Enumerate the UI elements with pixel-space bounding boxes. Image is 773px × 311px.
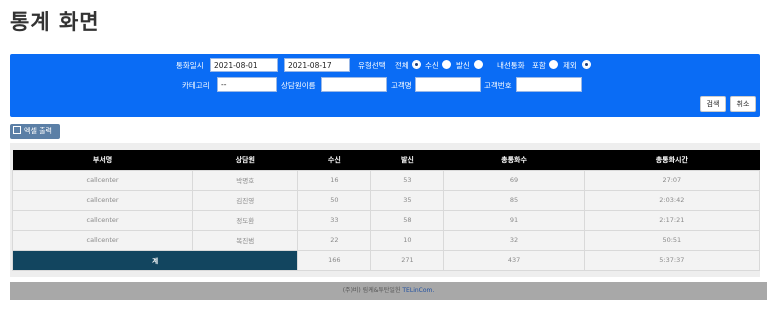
cell-outbound: 53	[370, 169, 445, 191]
cell-agent: 김진영	[192, 189, 299, 211]
cell-department: callcenter	[11, 189, 194, 211]
table-total-row: 계 166 271 437 5:37:37	[11, 249, 761, 271]
col-header-total-calls: 총통화수	[443, 150, 585, 170]
col-header-outbound: 발신	[370, 150, 444, 170]
cell-inbound: 50	[297, 189, 372, 211]
footer-brand: TELinCom.	[402, 287, 435, 294]
internal-exclude-radio[interactable]	[582, 60, 591, 69]
cell-inbound: 16	[297, 169, 372, 191]
cell-agent: 박명호	[192, 169, 299, 191]
type-option-out-label: 발신	[456, 61, 470, 70]
cell-agent: 정도환	[192, 209, 299, 231]
page-title: 통계 화면	[10, 10, 100, 34]
customer-name-input[interactable]	[415, 77, 481, 92]
internal-exclude-label: 제외	[563, 61, 577, 70]
export-icon	[13, 126, 21, 134]
footer-text: (주)비) 림케&투탄일헌	[342, 287, 403, 294]
cell-inbound: 22	[297, 229, 372, 251]
date-label: 통화일시	[176, 61, 204, 70]
col-header-agent: 상담원	[192, 150, 298, 170]
cell-department: callcenter	[11, 229, 194, 251]
cell-outbound: 35	[370, 189, 445, 211]
total-time: 5:37:37	[583, 249, 761, 271]
customer-name-label: 고객명	[391, 81, 412, 90]
category-select[interactable]	[217, 77, 277, 92]
excel-export-button[interactable]: 엑셀 출력	[10, 124, 60, 139]
cell-total-time: 2:17:21	[583, 209, 761, 231]
type-all-radio[interactable]	[412, 60, 421, 69]
cell-total-time: 27:07	[583, 169, 761, 191]
search-panel: 통화일시 유형선택 전체 수신 발신 내선통화 포함 제외 카테고리 상담원이름…	[10, 54, 760, 117]
table-row: callcenter 정도환 33 58 91 2:17:21	[11, 209, 761, 231]
cell-inbound: 33	[297, 209, 372, 231]
footer: (주)비) 림케&투탄일헌 TELinCom.	[10, 282, 767, 300]
date-from-input[interactable]	[210, 58, 278, 72]
table-row: callcenter 박명호 16 53 69 27:07	[11, 169, 761, 191]
type-option-in-label: 수신	[425, 61, 439, 70]
type-in-radio[interactable]	[442, 60, 451, 69]
internal-include-radio[interactable]	[549, 60, 558, 69]
cell-department: callcenter	[11, 209, 194, 231]
cell-total-calls: 91	[443, 209, 585, 231]
table-row: callcenter 복진범 22 10 32 50:51	[11, 229, 761, 251]
cell-total-calls: 32	[443, 229, 585, 251]
search-button[interactable]: 검색	[700, 96, 726, 112]
cancel-button[interactable]: 취소	[730, 96, 756, 112]
table-row: callcenter 김진영 50 35 85 2:03:42	[11, 189, 761, 211]
agent-name-label: 상담원이름	[281, 81, 316, 90]
stats-table: 부서명 상담원 수신 발신 총통화수 총통화시간 callcenter 박명호 …	[11, 150, 761, 271]
cell-department: callcenter	[11, 169, 194, 191]
col-header-total-time: 총통화시간	[584, 150, 760, 170]
internal-include-label: 포함	[532, 61, 546, 70]
col-header-department: 부서명	[12, 150, 193, 170]
customer-number-input[interactable]	[516, 77, 582, 92]
date-to-input[interactable]	[284, 58, 350, 72]
agent-name-input[interactable]	[321, 77, 387, 92]
total-calls: 437	[443, 249, 585, 271]
cell-total-time: 2:03:42	[583, 189, 761, 211]
cell-total-calls: 85	[443, 189, 585, 211]
excel-export-label: 엑셀 출력	[24, 127, 52, 135]
category-label: 카테고리	[182, 81, 210, 90]
internal-call-label: 내선통화	[497, 61, 525, 70]
table-header-row: 부서명 상담원 수신 발신 총통화수 총통화시간	[12, 150, 760, 170]
type-label: 유형선택	[358, 61, 386, 70]
customer-number-label: 고객번호	[484, 81, 512, 90]
total-inbound: 166	[297, 249, 372, 271]
type-out-radio[interactable]	[474, 60, 483, 69]
cell-outbound: 58	[370, 209, 445, 231]
total-label: 계	[11, 249, 299, 271]
cell-agent: 복진범	[192, 229, 299, 251]
total-outbound: 271	[370, 249, 445, 271]
cell-outbound: 10	[370, 229, 445, 251]
cell-total-time: 50:51	[583, 229, 761, 251]
col-header-inbound: 수신	[297, 150, 371, 170]
cell-total-calls: 69	[443, 169, 585, 191]
type-option-all-label: 전체	[395, 61, 409, 70]
